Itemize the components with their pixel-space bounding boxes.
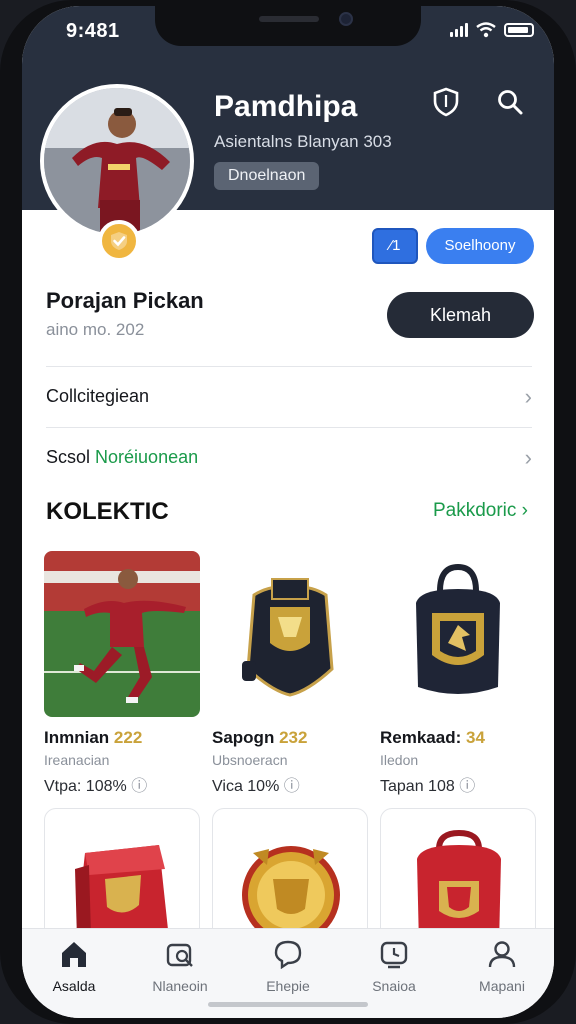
player-photo xyxy=(44,88,190,234)
card-subtitle: Ubsnoeracn xyxy=(212,752,288,768)
search-icon xyxy=(498,90,523,115)
search-button[interactable] xyxy=(492,84,528,120)
chevron-right-icon: › xyxy=(524,383,532,409)
user-name: Porajan Pickan xyxy=(46,288,204,313)
backpack-image xyxy=(416,563,500,694)
row-label: Scsol Noréiuonean xyxy=(46,447,199,467)
tab-home[interactable]: Asalda xyxy=(24,939,124,994)
card-meta: Vtpa: 108% ⓘ xyxy=(44,778,148,795)
clock-icon xyxy=(380,941,408,969)
tab-label: Nlaneoin xyxy=(152,978,208,994)
verified-badge xyxy=(98,220,140,262)
menu-row-social[interactable]: Scsol Noréiuonean › xyxy=(46,427,532,487)
collection-card-coin[interactable] xyxy=(212,808,368,948)
shield-button[interactable] xyxy=(428,84,464,120)
row-label: Collcitegiean xyxy=(46,386,150,406)
collection-card-player[interactable] xyxy=(44,551,200,717)
section-title: KOLEKTIC xyxy=(46,498,169,525)
follow-button[interactable]: Soelhoony xyxy=(426,228,534,264)
tab-label: Ehepie xyxy=(266,978,310,994)
collection-card-backpack[interactable] xyxy=(380,551,536,717)
user-date: aino mo. 202 xyxy=(46,320,145,339)
chat-icon xyxy=(274,940,302,970)
home-indicator xyxy=(208,1002,368,1007)
profile-tag[interactable]: Dnoelnaon xyxy=(214,162,320,190)
see-all-link[interactable]: Pakkdoric › xyxy=(433,500,528,522)
notch xyxy=(155,6,421,46)
card-subtitle: Iledon xyxy=(380,752,419,768)
card-meta: Tapan 108 ⓘ xyxy=(380,778,476,795)
card-meta: Vica 10% ⓘ xyxy=(212,778,300,795)
collection-card-shield[interactable] xyxy=(212,551,368,717)
tab-label: Mapani xyxy=(479,978,525,994)
tab-chat[interactable]: Ehepie xyxy=(238,939,338,994)
status-time: 9:481 xyxy=(66,20,120,42)
phone-frame: 9:481 Pamdhipa Asientalns Blanyan 303 Dn… xyxy=(0,0,576,1024)
avatar[interactable] xyxy=(40,84,194,238)
badge-shield-image xyxy=(242,578,334,697)
home-icon xyxy=(62,942,86,967)
card-subtitle: Ireanacian xyxy=(44,752,110,768)
card-title: Remkaad: 34 xyxy=(380,728,485,747)
shield-icon xyxy=(433,87,459,117)
tab-label: Asalda xyxy=(52,978,96,994)
card-title: Inmnian 222 xyxy=(44,728,143,747)
wifi-icon xyxy=(476,22,496,38)
status-icons xyxy=(450,22,534,38)
menu-row-collection[interactable]: Collcitegiean › xyxy=(46,366,532,426)
store-icon xyxy=(166,943,193,967)
camera xyxy=(339,12,353,26)
profile-name: Pamdhipa xyxy=(214,90,358,123)
chevron-right-icon: › xyxy=(524,444,532,470)
player-action-image xyxy=(44,551,200,717)
tab-activity[interactable]: Snaioa xyxy=(344,939,444,994)
tab-store[interactable]: Nlaneoin xyxy=(130,939,230,994)
card-title: Sapogn 232 xyxy=(212,728,308,747)
battery-icon xyxy=(504,23,534,37)
screen: 9:481 Pamdhipa Asientalns Blanyan 303 Dn… xyxy=(22,6,554,1018)
speaker xyxy=(259,16,319,22)
collection-card-red-backpack[interactable] xyxy=(380,808,536,948)
tab-label: Snaioa xyxy=(372,978,416,994)
mini-action-button[interactable]: ⁄1 xyxy=(372,228,418,264)
profile-subtitle: Asientalns Blanyan 303 xyxy=(214,132,392,151)
check-shield-icon xyxy=(111,232,127,250)
signal-icon xyxy=(450,23,468,37)
user-icon xyxy=(488,941,516,968)
tab-profile[interactable]: Mapani xyxy=(452,939,552,994)
collection-card-cape[interactable] xyxy=(44,808,200,948)
primary-button[interactable]: Klemah xyxy=(387,292,534,338)
